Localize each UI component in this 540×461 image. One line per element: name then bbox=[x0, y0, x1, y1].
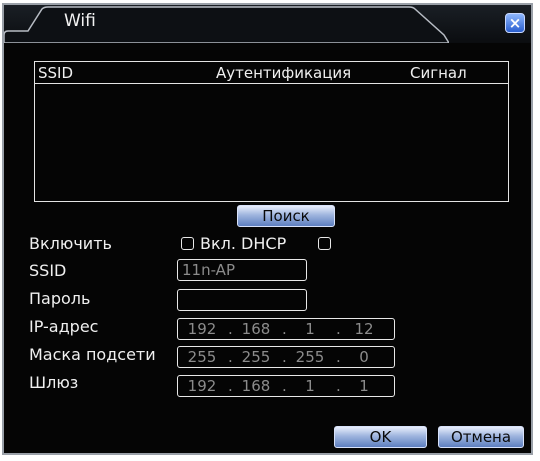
gateway-separator: . bbox=[336, 377, 341, 395]
column-header-auth[interactable]: Аутентификация bbox=[216, 64, 351, 82]
ip-address-field[interactable]: 192 . 168 . 1 . 12 bbox=[177, 318, 395, 340]
title-bar[interactable]: Wifi × bbox=[4, 5, 531, 43]
wifi-network-list[interactable]: SSID Аутентификация Сигнал bbox=[34, 61, 509, 202]
cancel-button[interactable]: Отмена bbox=[438, 426, 524, 448]
column-header-ssid[interactable]: SSID bbox=[38, 64, 73, 82]
mask-octet-1[interactable]: 255 bbox=[180, 347, 224, 367]
ssid-label: SSID bbox=[29, 261, 67, 280]
dhcp-checkbox[interactable] bbox=[318, 237, 331, 250]
gateway-octet-4[interactable]: 1 bbox=[342, 376, 386, 396]
gateway-separator: . bbox=[282, 377, 287, 395]
ip-separator: . bbox=[336, 320, 341, 338]
wifi-dialog: Wifi × SSID Аутентификация Сигнал Поиск … bbox=[2, 3, 533, 455]
ip-octet-4[interactable]: 12 bbox=[342, 319, 386, 339]
table-header: SSID Аутентификация Сигнал bbox=[35, 62, 508, 84]
enable-checkbox[interactable] bbox=[181, 237, 194, 250]
gateway-octet-2[interactable]: 168 bbox=[234, 376, 278, 396]
ip-label: IP-адрес bbox=[29, 317, 99, 336]
mask-separator: . bbox=[336, 348, 341, 366]
mask-octet-4[interactable]: 0 bbox=[342, 347, 386, 367]
gateway-label: Шлюз bbox=[29, 373, 79, 392]
password-input[interactable] bbox=[177, 289, 307, 311]
ip-separator: . bbox=[282, 320, 287, 338]
ip-separator: . bbox=[228, 320, 233, 338]
password-label: Пароль bbox=[29, 289, 91, 308]
gateway-octet-1[interactable]: 192 bbox=[180, 376, 224, 396]
ip-octet-2[interactable]: 168 bbox=[234, 319, 278, 339]
ssid-input[interactable]: 11n-AP bbox=[177, 259, 307, 281]
mask-octet-3[interactable]: 255 bbox=[288, 347, 332, 367]
subnet-mask-field[interactable]: 255 . 255 . 255 . 0 bbox=[177, 346, 395, 368]
window-title: Wifi bbox=[64, 11, 96, 31]
enable-label: Включить bbox=[29, 234, 112, 253]
column-header-signal[interactable]: Сигнал bbox=[410, 64, 467, 82]
gateway-separator: . bbox=[228, 377, 233, 395]
ip-octet-3[interactable]: 1 bbox=[288, 319, 332, 339]
ok-button[interactable]: OK bbox=[334, 426, 427, 448]
dhcp-label: Вкл. DHCP bbox=[200, 234, 287, 253]
close-button[interactable]: × bbox=[505, 13, 525, 33]
subnet-mask-label: Маска подсети bbox=[29, 345, 156, 364]
ip-octet-1[interactable]: 192 bbox=[180, 319, 224, 339]
search-button[interactable]: Поиск bbox=[237, 205, 335, 227]
gateway-octet-3[interactable]: 1 bbox=[288, 376, 332, 396]
close-icon: × bbox=[508, 14, 522, 32]
gateway-field[interactable]: 192 . 168 . 1 . 1 bbox=[177, 375, 395, 397]
mask-octet-2[interactable]: 255 bbox=[234, 347, 278, 367]
mask-separator: . bbox=[282, 348, 287, 366]
mask-separator: . bbox=[228, 348, 233, 366]
